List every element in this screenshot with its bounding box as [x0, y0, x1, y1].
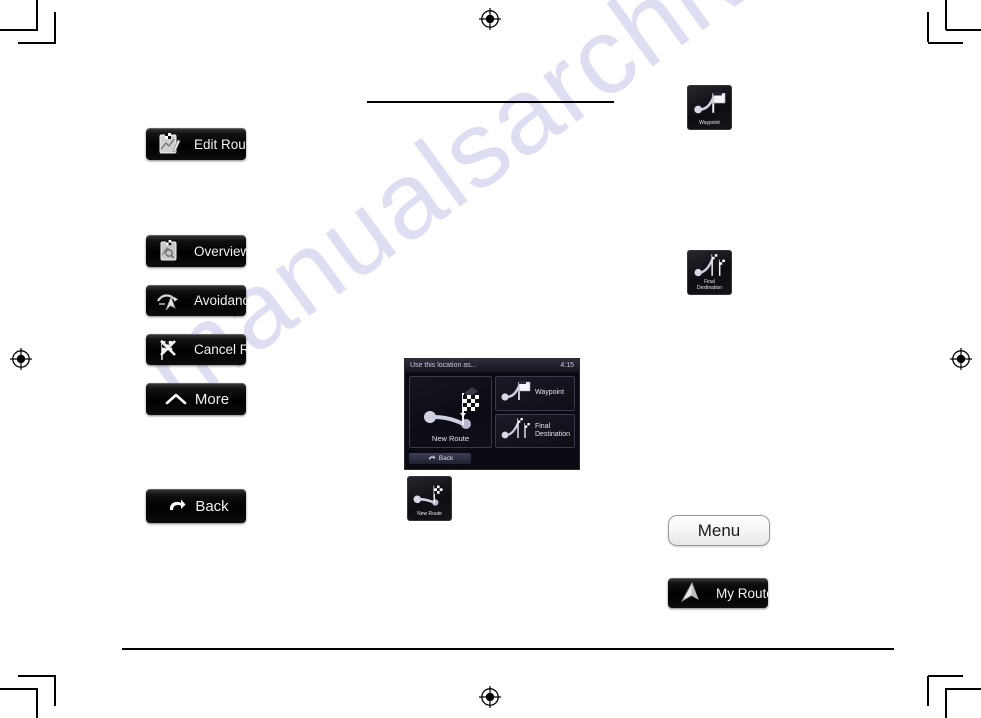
registration-mark-bottom: [479, 686, 501, 708]
crop-mark-top-right-h1: [946, 29, 981, 31]
avoidances-icon: [152, 285, 186, 316]
avoidances-label: Avoidances: [194, 293, 246, 308]
waypoint-icon: [688, 86, 731, 120]
crop-mark-bottom-left-h2: [18, 675, 56, 677]
crop-mark-top-right-v1: [945, 0, 947, 30]
more-button[interactable]: More: [146, 383, 246, 415]
crop-mark-top-left-h1: [0, 29, 38, 31]
my-route-label: My Route: [716, 585, 768, 601]
device-waypoint-label: Waypoint: [534, 389, 564, 397]
my-route-button[interactable]: My Route: [668, 578, 768, 608]
edit-route-icon: [152, 128, 186, 160]
crop-mark-bottom-left-h1: [0, 688, 38, 690]
top-divider-rule: [367, 101, 614, 104]
menu-label: Menu: [697, 520, 741, 540]
crop-mark-top-right-v2: [927, 12, 929, 42]
my-route-icon: [674, 578, 708, 608]
device-waypoint-tile[interactable]: Waypoint: [494, 376, 575, 411]
crop-mark-top-left-v1: [36, 0, 38, 30]
map-overview-icon: [152, 235, 186, 267]
crop-mark-bottom-right-h1: [946, 688, 981, 690]
device-back-label: Back: [438, 455, 454, 462]
overview-label: Overview: [194, 243, 246, 259]
waypoint-icon-tile: Waypoint: [687, 85, 732, 130]
back-label: Back: [195, 497, 229, 515]
device-final-destination-label: Final Destination: [534, 422, 570, 438]
waypoint-tile-label: Waypoint: [699, 120, 720, 126]
device-clock: 4:15: [560, 362, 574, 369]
edit-route-label: Edit Route: [194, 136, 246, 152]
edit-route-button[interactable]: Edit Route: [146, 128, 246, 160]
device-bottom-bar: Back: [405, 452, 579, 465]
crop-mark-bottom-left-v1: [36, 688, 38, 718]
crop-mark-top-left-v2: [54, 12, 56, 42]
overview-button[interactable]: Overview: [146, 235, 246, 267]
cancel-route-label: Cancel Route: [194, 342, 246, 357]
navigation-device-screenshot: Use this location as... 4:15 New Route W…: [404, 358, 580, 470]
crop-mark-top-left-h2: [18, 42, 56, 44]
back-arrow-icon: [427, 454, 436, 464]
avoidances-button[interactable]: Avoidances: [146, 285, 246, 316]
final-destination-icon: [688, 251, 731, 279]
crop-mark-bottom-right-h2: [928, 675, 963, 677]
registration-mark-top: [479, 8, 501, 30]
device-back-button[interactable]: Back: [409, 453, 471, 464]
final-destination-icon-tile: Final Destination: [687, 250, 732, 295]
menu-button[interactable]: Menu: [668, 515, 770, 546]
device-new-route-tile[interactable]: New Route: [409, 376, 492, 448]
device-title-bar: Use this location as... 4:15: [405, 359, 579, 372]
chevron-up-icon: [163, 383, 189, 415]
device-final-destination-tile[interactable]: Final Destination: [494, 413, 575, 448]
bottom-divider-rule: [122, 648, 894, 651]
device-title: Use this location as...: [410, 362, 477, 369]
back-arrow-icon: [163, 489, 189, 523]
crop-mark-top-right-h2: [928, 42, 963, 44]
new-route-icon-tile: New Route: [407, 476, 452, 521]
final-destination-tile-label: Final Destination: [696, 279, 722, 291]
device-side-tiles: Waypoint Final Destination: [494, 376, 575, 448]
crop-mark-bottom-right-v2: [927, 676, 929, 706]
back-button[interactable]: Back: [146, 489, 246, 523]
more-label: More: [194, 390, 230, 408]
crop-mark-bottom-right-v1: [945, 688, 947, 718]
registration-mark-right: [950, 348, 972, 370]
new-route-tile-label: New Route: [417, 511, 442, 517]
cancel-route-icon: [152, 334, 186, 365]
device-body: New Route Waypoint Final Destination: [405, 372, 579, 452]
new-route-icon: [408, 477, 451, 511]
cancel-route-button[interactable]: Cancel Route: [146, 334, 246, 365]
crop-mark-bottom-left-v2: [54, 676, 56, 706]
registration-mark-left: [10, 348, 32, 370]
